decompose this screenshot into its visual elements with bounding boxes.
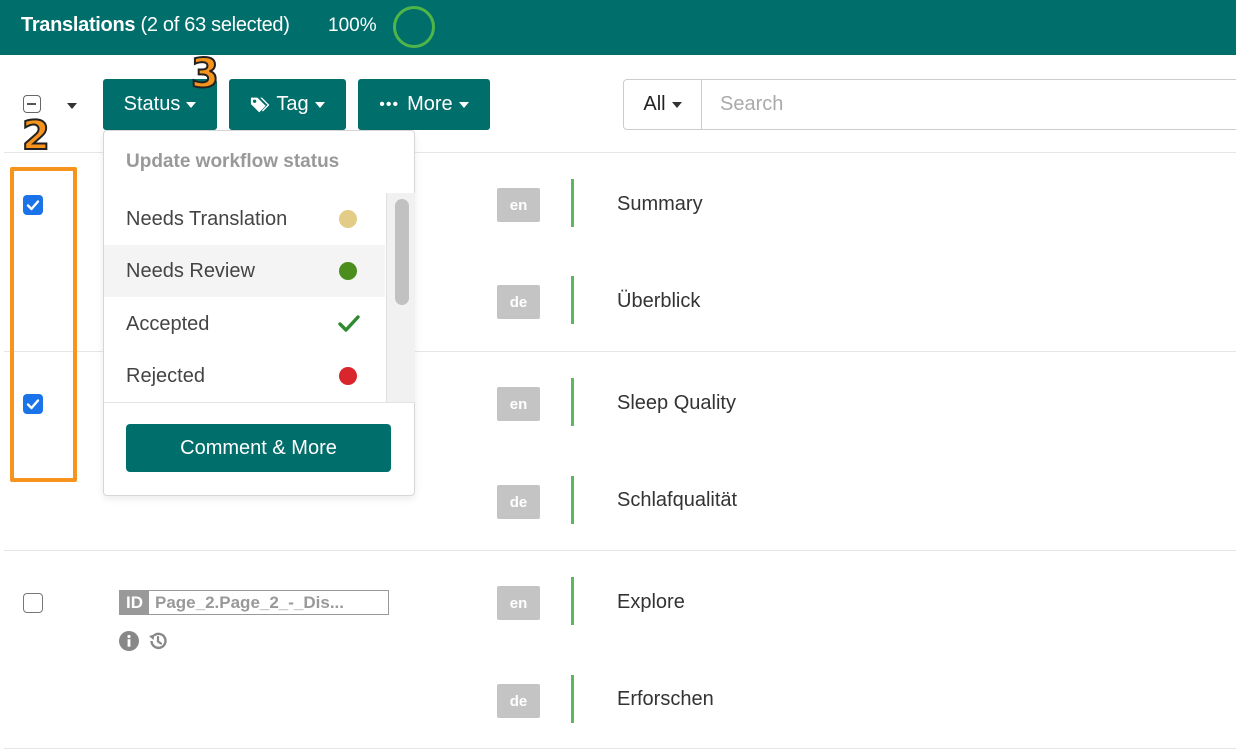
- tag-button[interactable]: Tag: [229, 79, 346, 130]
- translation-text[interactable]: Erforschen: [617, 688, 714, 711]
- language-badge: de: [497, 485, 540, 519]
- row-checkbox[interactable]: [23, 593, 43, 613]
- ellipsis-icon: •••: [379, 95, 400, 113]
- search-group: All: [623, 79, 1236, 130]
- history-icon[interactable]: [147, 630, 169, 652]
- translation-text[interactable]: Explore: [617, 591, 685, 614]
- status-dot-icon: [339, 262, 357, 280]
- status-bar: [571, 675, 574, 723]
- selection-count: (2 of 63 selected): [140, 14, 290, 36]
- status-dropdown-menu: Update workflow status Needs Translation…: [103, 130, 415, 496]
- status-button-label: Status: [123, 93, 181, 115]
- comment-and-more-button[interactable]: Comment & More: [126, 424, 391, 472]
- status-bar: [571, 476, 574, 524]
- status-bar: [571, 179, 574, 227]
- menu-item-label: Needs Review: [126, 259, 255, 282]
- status-bar: [571, 577, 574, 625]
- language-badge: en: [497, 586, 540, 620]
- app-header: Translations (2 of 63 selected) 100%: [0, 0, 1236, 55]
- status-bar: [571, 378, 574, 426]
- annotation-step-3: 3: [190, 51, 220, 97]
- row-divider: [4, 550, 1236, 551]
- translation-text[interactable]: Sleep Quality: [617, 392, 736, 415]
- string-id-field[interactable]: ID Page_2.Page_2_-_Dis...: [119, 590, 389, 615]
- menu-item-needs-review[interactable]: Needs Review: [104, 245, 385, 297]
- filter-selected: All: [643, 93, 666, 115]
- checkmark-icon: [338, 315, 360, 332]
- status-dot-icon: [339, 367, 357, 385]
- menu-item-needs-translation[interactable]: Needs Translation: [104, 193, 385, 245]
- status-dot-icon: [339, 210, 357, 228]
- chevron-down-icon: [458, 101, 469, 108]
- translation-text[interactable]: Summary: [617, 193, 703, 216]
- translation-text[interactable]: Überblick: [617, 290, 700, 313]
- menu-header: Update workflow status: [126, 151, 340, 172]
- id-value: Page_2.Page_2_-_Dis...: [155, 592, 345, 612]
- annotation-highlight-box: [10, 167, 77, 482]
- more-button[interactable]: ••• More: [358, 79, 490, 130]
- info-icon[interactable]: [119, 631, 139, 651]
- tag-button-label: Tag: [276, 93, 309, 115]
- menu-item-label: Rejected: [126, 364, 205, 387]
- language-badge: de: [497, 285, 540, 319]
- bulk-select-checkbox[interactable]: [23, 95, 41, 113]
- title-text: Translations: [21, 14, 136, 36]
- menu-item-label: Needs Translation: [126, 207, 288, 230]
- page-title: Translations (2 of 63 selected): [21, 14, 290, 37]
- id-label: ID: [120, 591, 149, 614]
- row-divider: [4, 748, 1236, 749]
- menu-item-rejected[interactable]: Rejected: [104, 350, 385, 402]
- search-input[interactable]: [704, 80, 1236, 129]
- translation-text[interactable]: Schlafqualität: [617, 489, 737, 512]
- progress-percent: 100%: [328, 15, 377, 36]
- status-bar: [571, 276, 574, 324]
- annotation-step-2: 2: [21, 113, 51, 159]
- language-badge: en: [497, 188, 540, 222]
- chevron-down-icon: [314, 101, 325, 108]
- language-badge: en: [497, 387, 540, 421]
- menu-scrollbar-thumb[interactable]: [395, 199, 409, 305]
- bulk-select-toggle[interactable]: [23, 95, 77, 115]
- chevron-down-icon: [671, 101, 682, 108]
- status-options-list: Needs Translation Needs Review Accepted …: [104, 193, 415, 403]
- more-button-label: More: [407, 93, 453, 115]
- language-badge: de: [497, 684, 540, 718]
- filter-dropdown[interactable]: All: [624, 80, 702, 129]
- menu-item-accepted[interactable]: Accepted: [104, 298, 385, 350]
- chevron-down-icon: [186, 101, 197, 108]
- chevron-down-icon: [67, 103, 77, 109]
- progress-ring-icon: [393, 6, 435, 48]
- menu-item-label: Accepted: [126, 312, 210, 335]
- menu-scrollbar[interactable]: [386, 193, 415, 402]
- tags-icon: [251, 97, 270, 112]
